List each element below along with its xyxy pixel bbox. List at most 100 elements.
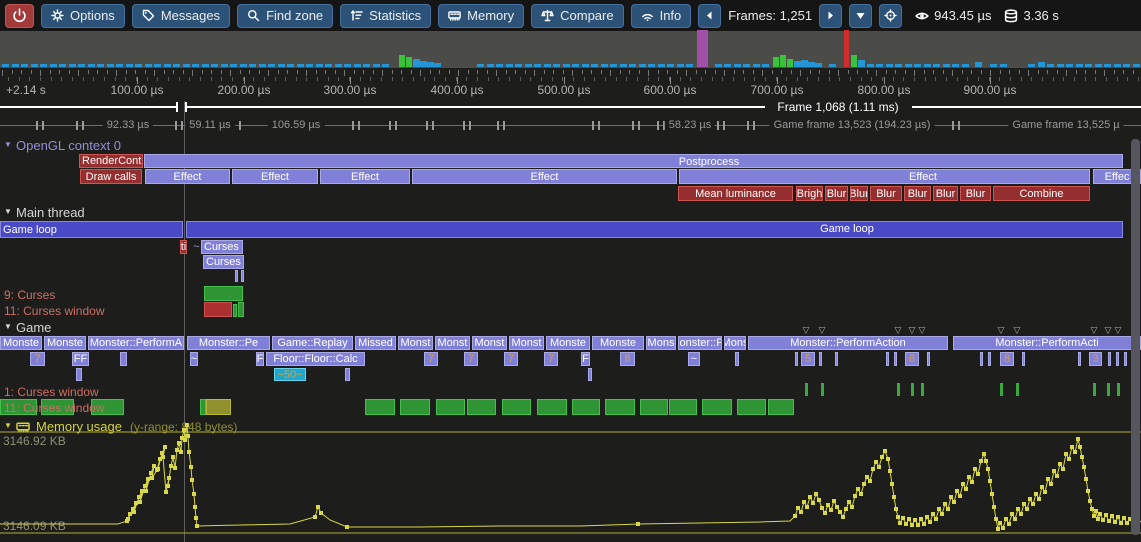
section-header[interactable]: Game — [16, 320, 51, 335]
zone[interactable]: Curses — [203, 255, 244, 269]
zone[interactable] — [735, 352, 739, 366]
zone[interactable]: Monster::Pe — [187, 336, 270, 350]
zone[interactable]: Game loop — [186, 221, 1123, 238]
compare-button[interactable]: Compare — [531, 4, 623, 28]
info-button[interactable]: Info — [631, 4, 692, 28]
zone[interactable]: Monster::PerformActi — [953, 336, 1141, 350]
zone[interactable]: Draw calls — [80, 169, 142, 184]
zone[interactable]: Monst — [398, 336, 433, 350]
zone[interactable]: Monster::PerformAction — [748, 336, 948, 350]
zone-label: 7 — [468, 353, 474, 365]
zone[interactable]: Blur — [870, 186, 902, 201]
zone[interactable]: Game::Replay — [272, 336, 353, 350]
zone[interactable] — [886, 352, 889, 366]
zone[interactable]: Blur — [904, 186, 931, 201]
zone[interactable]: ~ — [190, 352, 198, 366]
zone[interactable]: Monste — [546, 336, 590, 350]
zone[interactable]: RenderCont — [79, 154, 143, 168]
zone[interactable]: Combine — [993, 186, 1090, 201]
zone[interactable]: Monster::PerformA — [88, 336, 184, 350]
zone[interactable] — [795, 352, 798, 366]
memory-button[interactable]: Memory — [438, 4, 524, 28]
zone[interactable] — [235, 270, 238, 282]
zone[interactable] — [345, 368, 350, 381]
statistics-button[interactable]: Statistics — [340, 4, 431, 28]
zone[interactable] — [894, 352, 897, 366]
zone[interactable]: F — [256, 352, 264, 366]
zone[interactable] — [241, 270, 244, 282]
zone[interactable]: Blur — [850, 186, 868, 201]
zone[interactable]: ~ — [688, 352, 700, 366]
zone[interactable]: ~ — [193, 240, 200, 254]
focus-frame-button[interactable] — [879, 4, 902, 28]
zone[interactable]: 8 — [1000, 352, 1014, 366]
zone[interactable]: 8 — [905, 352, 919, 366]
zone[interactable]: Monste — [0, 336, 42, 350]
zone[interactable] — [1124, 352, 1127, 366]
zone[interactable] — [980, 352, 983, 366]
zone[interactable] — [120, 352, 127, 366]
zone[interactable]: Blur — [825, 186, 848, 201]
zone[interactable]: Effect — [232, 169, 318, 184]
zone[interactable]: Curses — [201, 240, 243, 254]
zone[interactable]: Brigh — [796, 186, 823, 201]
section-header[interactable]: Main thread — [16, 205, 85, 220]
zone[interactable] — [1108, 352, 1111, 366]
zone[interactable]: Monste — [592, 336, 644, 350]
collapse-icon[interactable]: ▼ — [4, 322, 12, 331]
zone[interactable] — [819, 352, 822, 366]
zone[interactable]: Monst — [509, 336, 544, 350]
zone[interactable]: Game loop — [0, 221, 183, 238]
zone[interactable]: Effect — [412, 169, 677, 184]
zone[interactable]: Postprocess — [144, 154, 1123, 168]
zone[interactable]: 7 — [504, 352, 518, 366]
zone[interactable] — [988, 352, 991, 366]
zone[interactable]: Monst — [435, 336, 470, 350]
zone[interactable]: Missed — [355, 336, 396, 350]
zone[interactable]: Effect — [320, 169, 410, 184]
zone[interactable]: Blur — [960, 186, 991, 201]
axis-tick — [978, 77, 979, 81]
zone[interactable]: 7 — [424, 352, 438, 366]
zone[interactable]: F — [581, 352, 590, 366]
prev-frame-button[interactable] — [698, 4, 721, 28]
collapse-icon[interactable]: ▼ — [4, 207, 12, 216]
section-header[interactable]: OpenGL context 0 — [16, 138, 121, 153]
zone[interactable]: Floor::Floor::Calc — [266, 352, 365, 366]
zone[interactable]: Mean luminance — [678, 186, 793, 201]
zone[interactable]: 8 — [620, 352, 635, 366]
zone[interactable]: Mons — [724, 336, 746, 350]
zone[interactable]: FF — [72, 352, 89, 366]
zone[interactable]: ~50~ — [274, 368, 306, 381]
zone[interactable]: 3 — [1089, 352, 1102, 366]
zone[interactable]: 7 — [464, 352, 478, 366]
zone[interactable] — [588, 368, 592, 381]
plot-bar — [702, 399, 732, 415]
zone[interactable]: Monster::Pe — [678, 336, 722, 350]
frame-select-button[interactable] — [849, 4, 872, 28]
next-frame-button[interactable] — [819, 4, 842, 28]
zone[interactable]: Monst — [472, 336, 507, 350]
power-button[interactable] — [5, 4, 34, 28]
zone[interactable]: Monste — [44, 336, 86, 350]
find-zone-button[interactable]: Find zone — [237, 4, 333, 28]
zone[interactable]: Effect — [679, 169, 1090, 184]
zone[interactable]: 5 — [801, 352, 815, 366]
zone[interactable]: ti — [180, 240, 187, 254]
zone[interactable]: Blur — [933, 186, 958, 201]
zone[interactable] — [76, 368, 82, 381]
vertical-scrollbar[interactable] — [1131, 139, 1140, 535]
options-button[interactable]: Options — [41, 4, 125, 28]
zone[interactable] — [835, 352, 838, 366]
zone[interactable] — [927, 352, 930, 366]
messages-button[interactable]: Messages — [132, 4, 230, 28]
collapse-icon[interactable]: ▼ — [4, 140, 12, 149]
zone[interactable]: 7 — [30, 352, 45, 366]
zone[interactable]: 7 — [544, 352, 558, 366]
frame-histogram[interactable] — [0, 31, 1141, 68]
zone[interactable] — [1078, 352, 1081, 366]
zone[interactable]: Effect — [145, 169, 230, 184]
zone[interactable] — [1022, 352, 1025, 366]
zone[interactable] — [1116, 352, 1119, 366]
zone[interactable]: Mons — [646, 336, 676, 350]
